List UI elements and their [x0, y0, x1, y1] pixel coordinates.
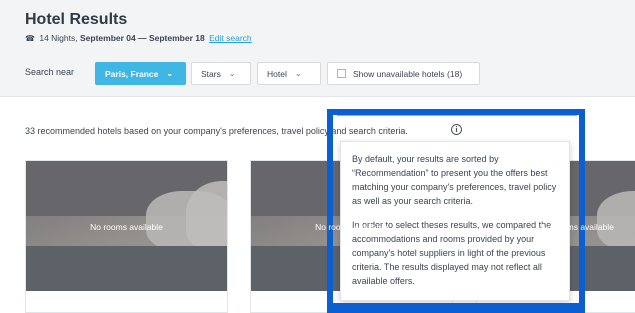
- tooltip-paragraph-1: By default, your results are sorted by “…: [352, 154, 557, 206]
- no-rooms-label: No rooms available: [541, 222, 614, 232]
- chevron-down-icon: ⌄: [166, 69, 174, 78]
- results-summary: 33 recommended hotels based on your comp…: [25, 126, 408, 136]
- search-near-label: Search near: [25, 67, 75, 77]
- no-rooms-label: No rooms available: [90, 222, 163, 232]
- location-value: Paris, France: [105, 68, 159, 79]
- show-unavailable-checkbox[interactable]: [337, 69, 346, 78]
- chevron-down-icon: ⌄: [294, 69, 302, 78]
- results-header: Hotel Results ☎ 14 Nights, September 04 …: [0, 0, 635, 97]
- trip-dates: September 04 — September 18: [80, 33, 205, 43]
- trip-summary: ☎ 14 Nights, September 04 — September 18…: [25, 33, 252, 43]
- show-unavailable-label: Show unavailable hotels (18): [353, 68, 463, 79]
- chevron-down-icon: ⌄: [228, 69, 236, 78]
- location-dropdown[interactable]: Paris, France ⌄: [95, 62, 186, 85]
- sorting-info-tooltip: By default, your results are sorted by “…: [340, 141, 570, 301]
- hotel-card[interactable]: No rooms available: [25, 160, 228, 313]
- stars-dropdown[interactable]: Stars ⌄: [191, 62, 251, 85]
- highlight-frame-bottom: [327, 303, 585, 313]
- phone-icon: ☎: [25, 34, 35, 43]
- show-unavailable-toggle[interactable]: Show unavailable hotels (18): [327, 62, 480, 85]
- edit-search-link[interactable]: Edit search: [209, 33, 252, 43]
- stars-label: Stars: [201, 68, 221, 79]
- page-title: Hotel Results: [25, 11, 128, 28]
- no-rooms-label: No rooms available: [315, 222, 388, 232]
- hotel-results-page: Hotel Results ☎ 14 Nights, September 04 …: [0, 0, 635, 313]
- tooltip-accent-line: [337, 115, 577, 116]
- hotel-dropdown[interactable]: Hotel ⌄: [257, 62, 321, 85]
- hotel-label: Hotel: [267, 68, 287, 79]
- info-icon[interactable]: i: [451, 124, 462, 135]
- nights-count: 14 Nights,: [39, 33, 78, 43]
